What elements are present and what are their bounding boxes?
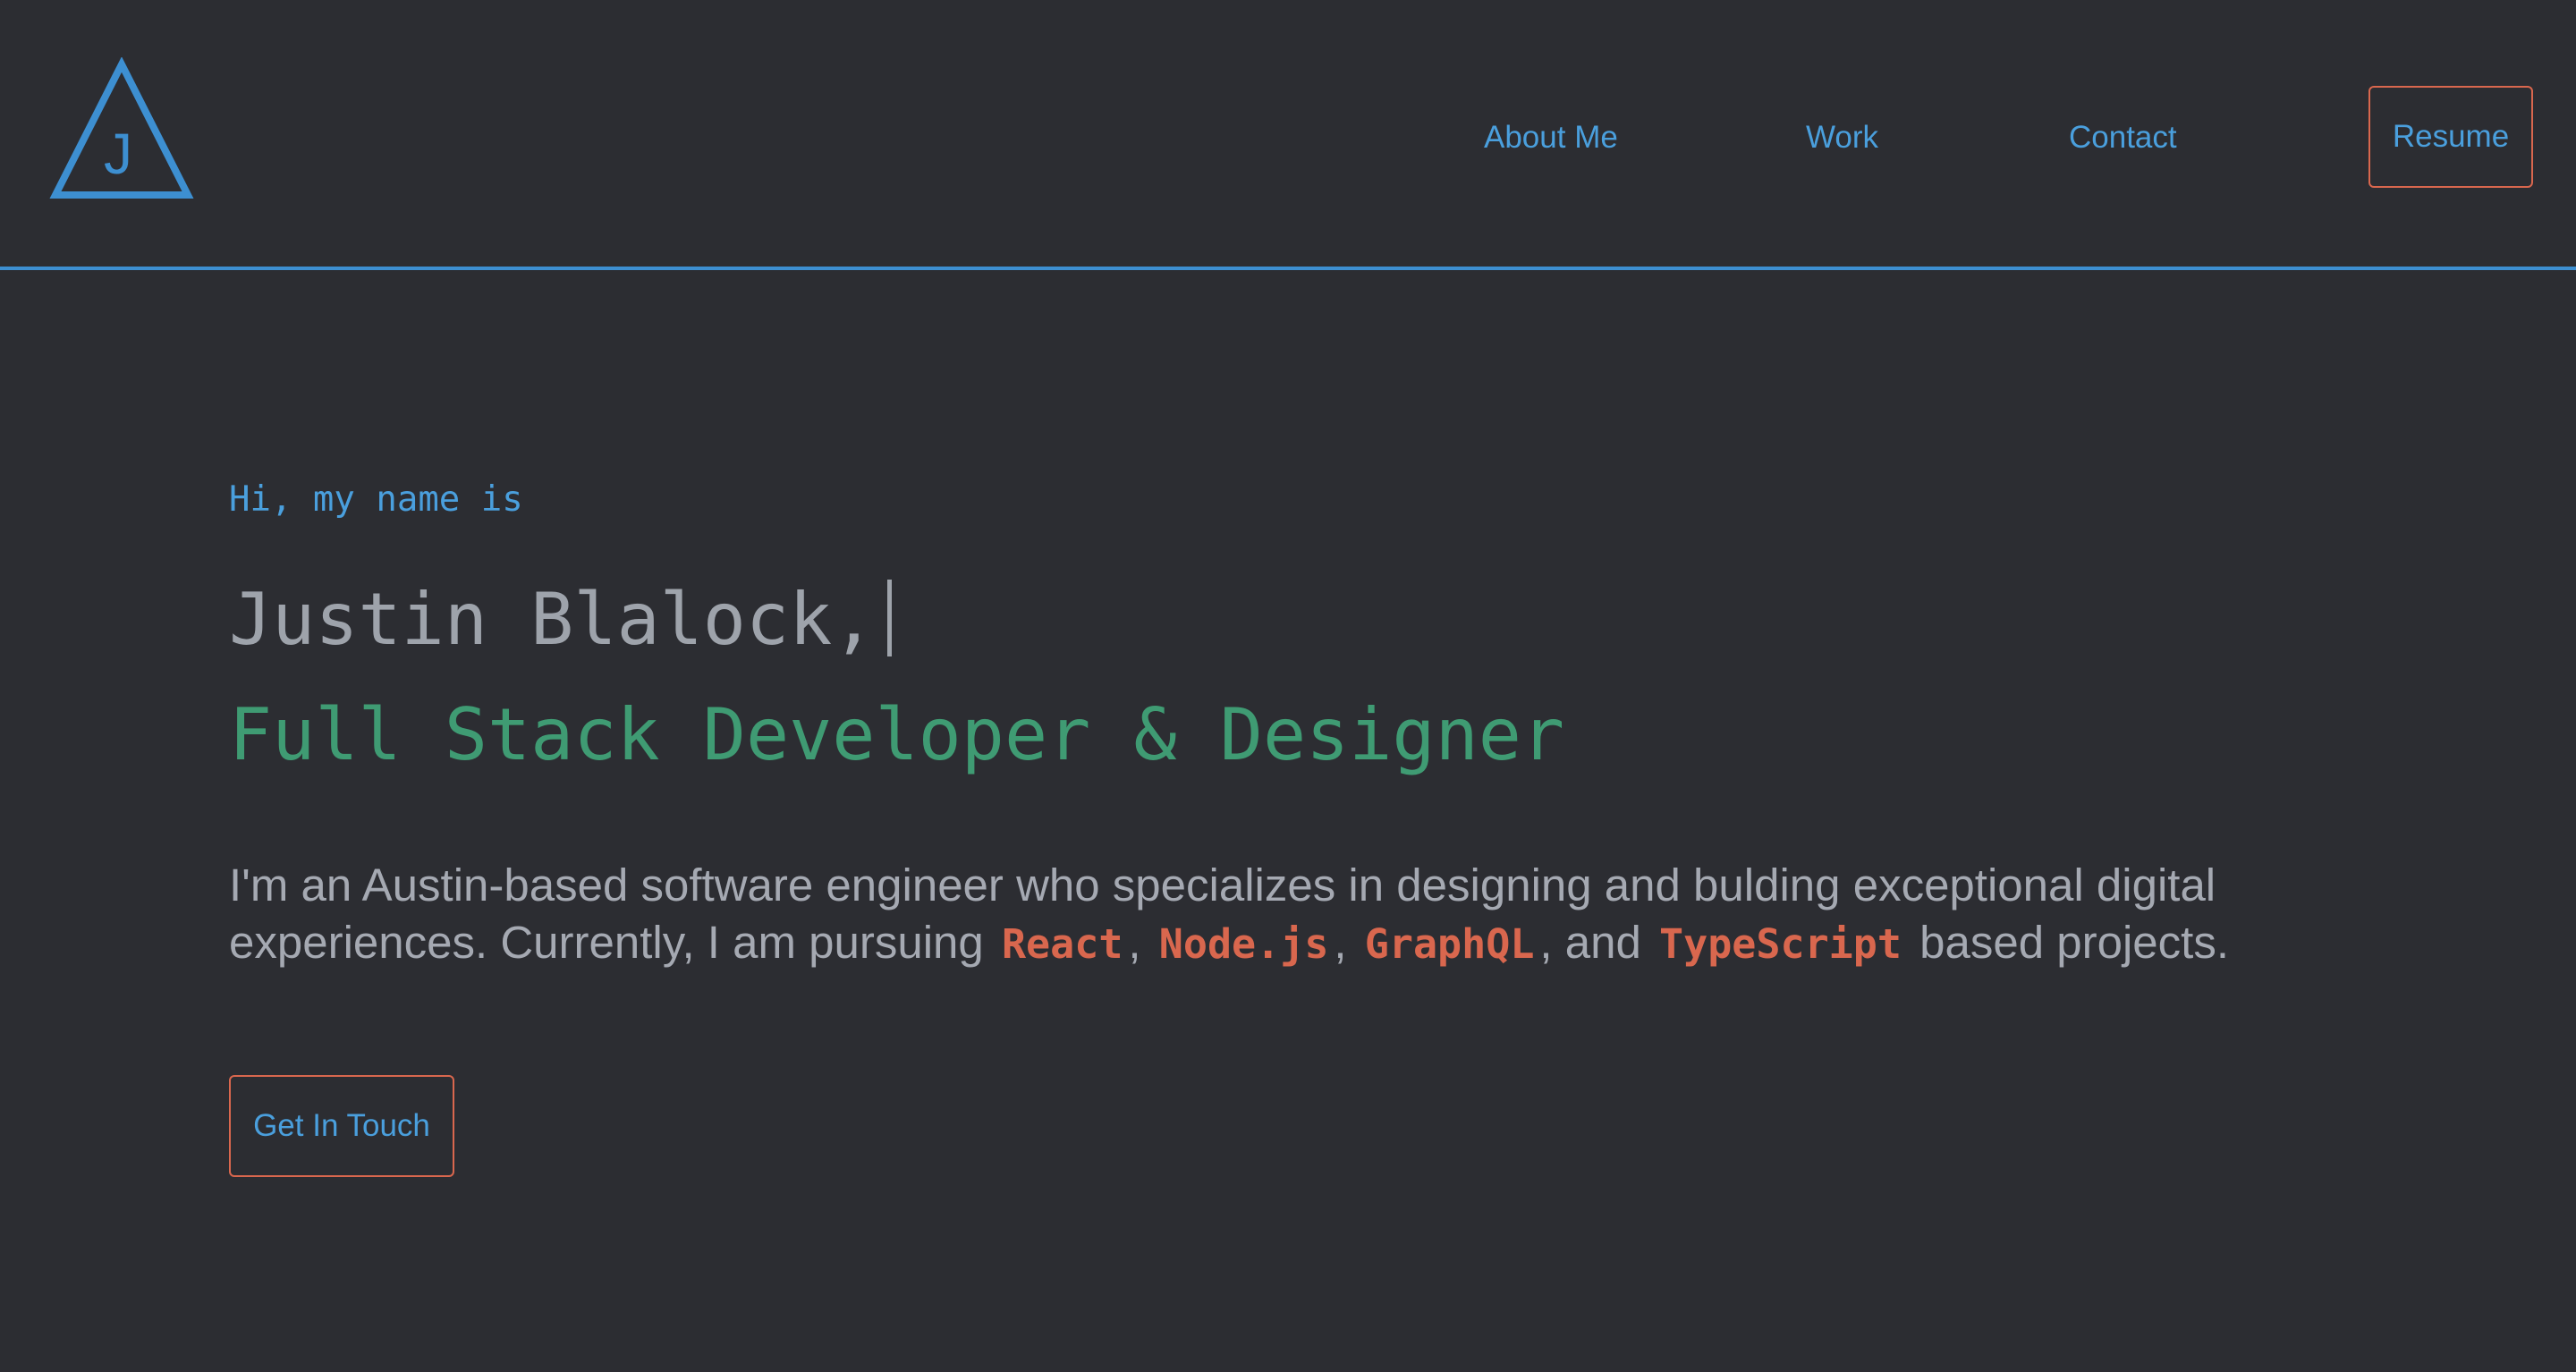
typing-cursor — [887, 580, 893, 656]
resume-button[interactable]: Resume — [2368, 86, 2533, 188]
tech-nodejs: Node.js — [1158, 920, 1329, 968]
logo-letter: J — [104, 122, 132, 186]
nav-contact[interactable]: Contact — [2069, 118, 2177, 157]
site-header: J About Me Work Contact Resume — [0, 0, 2576, 270]
bio-text-outro: based projects. — [1919, 917, 2230, 968]
name-heading: Justin Blalock, — [229, 553, 893, 687]
tech-react: React — [1001, 920, 1123, 968]
role-heading: Full Stack Developer & Designer — [229, 693, 1565, 776]
bio-sep: , — [1128, 917, 1141, 968]
nav-about-me[interactable]: About Me — [1484, 118, 1618, 157]
name-text: Justin Blalock, — [229, 578, 876, 661]
bio-sep: , and — [1539, 917, 1641, 968]
tech-typescript: TypeScript — [1659, 920, 1902, 968]
tech-graphql: GraphQL — [1364, 920, 1535, 968]
nav-work[interactable]: Work — [1806, 118, 1878, 157]
bio-sep: , — [1334, 917, 1347, 968]
greeting-text: Hi, my name is — [229, 479, 523, 520]
triangle-logo-icon[interactable]: J — [48, 57, 195, 202]
get-in-touch-button[interactable]: Get In Touch — [229, 1075, 454, 1177]
bio-paragraph: I'm an Austin-based software engineer wh… — [229, 857, 2376, 973]
